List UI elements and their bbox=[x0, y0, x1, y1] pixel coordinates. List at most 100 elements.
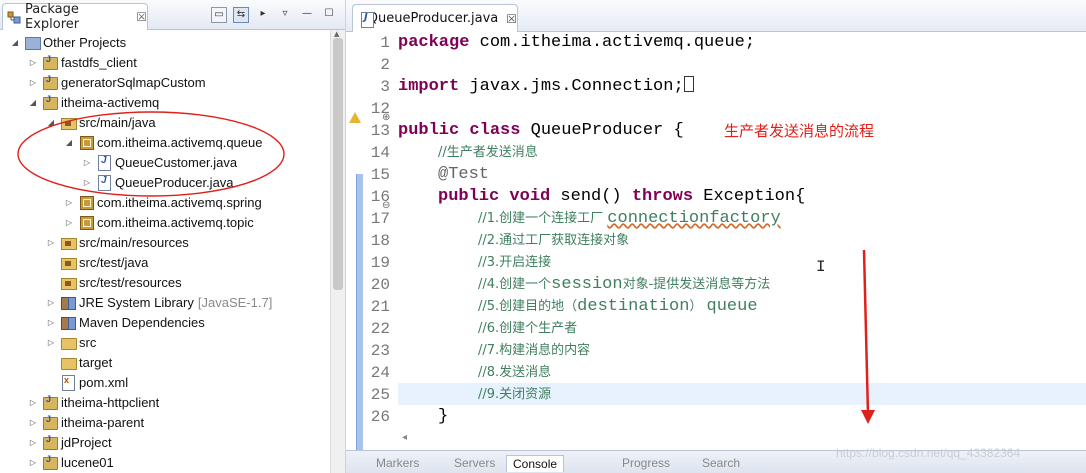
tree-item[interactable]: ▷ lucene01 bbox=[28, 452, 114, 472]
editor-area: QueueProducer.java ☒ 1231213141516171819… bbox=[346, 0, 1086, 473]
java-file-icon bbox=[96, 154, 112, 171]
tree-item[interactable]: ▷ com.itheima.activemq.spring bbox=[64, 192, 262, 212]
scroll-left-icon[interactable]: ◂ bbox=[402, 432, 407, 443]
collapsed-arrow-icon[interactable]: ▷ bbox=[28, 417, 38, 427]
line-number: 26 bbox=[370, 408, 390, 426]
tree-item[interactable]: target bbox=[46, 352, 112, 372]
collapsed-arrow-icon[interactable]: ▷ bbox=[64, 197, 74, 207]
xml-file-icon bbox=[60, 374, 76, 391]
collapsed-arrow-icon[interactable]: ▷ bbox=[46, 237, 56, 247]
code-editor[interactable]: package com.itheima.activemq.queue; impo… bbox=[398, 32, 1086, 432]
project-icon bbox=[42, 394, 58, 410]
tree-item-label: fastdfs_client bbox=[61, 54, 137, 70]
close-icon[interactable]: ☒ bbox=[506, 12, 517, 26]
tree-item[interactable]: ▷ itheima-httpclient bbox=[28, 392, 159, 412]
expanded-arrow-icon[interactable]: ◢ bbox=[46, 117, 56, 127]
line-number: 18 bbox=[370, 232, 390, 250]
collapsed-arrow-icon[interactable]: ▷ bbox=[28, 437, 38, 447]
line-number: 22 bbox=[370, 320, 390, 338]
line-number: 3 bbox=[380, 78, 390, 96]
tree-scrollbar[interactable]: ▲ bbox=[330, 30, 345, 473]
tree-item-label: QueueProducer.java bbox=[115, 174, 234, 190]
scroll-up-icon[interactable]: ▲ bbox=[334, 30, 339, 38]
package-icon bbox=[78, 214, 94, 230]
code-line-18: //2.通过工厂获取连接对象 bbox=[478, 233, 630, 248]
collapse-all-icon[interactable]: ▭ bbox=[211, 7, 227, 23]
tree-item[interactable]: ◢ com.itheima.activemq.queue bbox=[64, 132, 262, 152]
library-icon bbox=[60, 294, 76, 310]
tree-item-label: com.itheima.activemq.topic bbox=[97, 214, 254, 230]
tree-item[interactable]: ▷ QueueProducer.java bbox=[82, 172, 234, 192]
line-number: 13 bbox=[370, 122, 390, 140]
maximize-icon[interactable]: ☐ bbox=[321, 7, 337, 23]
scrollbar-thumb[interactable] bbox=[333, 38, 343, 290]
collapsed-arrow-icon[interactable]: ▷ bbox=[82, 157, 92, 167]
tab-progress[interactable]: Progress bbox=[622, 456, 670, 470]
editor-tab-queueproducer[interactable]: QueueProducer.java ☒ bbox=[352, 4, 518, 32]
tree-item[interactable]: ▷ itheima-parent bbox=[28, 412, 144, 432]
fold-expand-icon[interactable]: ⊕ bbox=[382, 112, 390, 123]
tree-item[interactable]: ◢ Other Projects bbox=[10, 32, 126, 52]
leaf-spacer bbox=[46, 257, 56, 267]
package-explorer-tab[interactable]: Package Explorer ☒ bbox=[2, 2, 148, 32]
collapsed-arrow-icon[interactable]: ▷ bbox=[28, 397, 38, 407]
project-tree: ◢ Other Projects ▷ fastdfs_client ▷ generator… bbox=[0, 30, 330, 473]
tree-item[interactable]: ▷ src/main/resources bbox=[46, 232, 189, 252]
line-number: 15 bbox=[370, 166, 390, 184]
leaf-spacer bbox=[46, 357, 56, 367]
fold-collapse-icon[interactable]: ⊖ bbox=[382, 200, 390, 211]
line-number: 25 bbox=[370, 386, 390, 404]
tree-item[interactable]: ▷ QueueCustomer.java bbox=[82, 152, 237, 172]
collapsed-arrow-icon[interactable]: ▷ bbox=[28, 77, 38, 87]
collapsed-arrow-icon[interactable]: ▷ bbox=[46, 337, 56, 347]
tree-item[interactable]: ▷ JRE System Library [JavaSE-1.7] bbox=[46, 292, 272, 312]
text-cursor-icon: I bbox=[816, 258, 826, 276]
tree-item[interactable]: ◢ itheima-activemq bbox=[28, 92, 159, 112]
tree-item[interactable]: ▷ fastdfs_client bbox=[28, 52, 137, 72]
collapsed-arrow-icon[interactable]: ▷ bbox=[46, 297, 56, 307]
code-line-25: //9.关闭资源 bbox=[478, 387, 552, 402]
tree-item[interactable]: ▷ Maven Dependencies bbox=[46, 312, 205, 332]
collapsed-arrow-icon[interactable]: ▷ bbox=[46, 317, 56, 327]
library-icon bbox=[60, 314, 76, 330]
folded-imports-box[interactable] bbox=[683, 76, 694, 92]
expanded-arrow-icon[interactable]: ◢ bbox=[64, 137, 74, 147]
package-explorer-tabbar: Package Explorer ☒ ▭ ⇆ ▸ ▿ — ☐ bbox=[0, 0, 345, 32]
view-menu-icon[interactable]: ▿ bbox=[277, 7, 293, 23]
tab-servers[interactable]: Servers bbox=[454, 456, 495, 470]
code-line-17: //1.创建一个连接工厂 connectionfactory bbox=[478, 209, 781, 228]
tree-item-label: com.itheima.activemq.spring bbox=[97, 194, 262, 210]
code-line-22: //6.创建个生产者 bbox=[478, 321, 578, 336]
tree-item-label: target bbox=[79, 354, 113, 370]
tab-console[interactable]: Console bbox=[506, 455, 565, 472]
tree-item[interactable]: ◢ src/main/java bbox=[46, 112, 156, 132]
tree-item[interactable]: src/test/java bbox=[46, 252, 148, 272]
view-toolbar: ▭ ⇆ ▸ ▿ — ☐ bbox=[211, 7, 337, 23]
package-explorer-view: Package Explorer ☒ ▭ ⇆ ▸ ▿ — ☐ ◢ Other Pr… bbox=[0, 0, 346, 473]
project-icon bbox=[42, 434, 58, 450]
source-folder-icon bbox=[60, 274, 77, 290]
package-explorer-icon bbox=[7, 10, 21, 24]
collapsed-arrow-icon[interactable]: ▷ bbox=[28, 457, 38, 467]
tree-item[interactable]: ▷ src bbox=[46, 332, 96, 352]
tree-item[interactable]: src/test/resources bbox=[46, 272, 182, 292]
minimize-icon[interactable]: — bbox=[299, 7, 315, 23]
tab-markers[interactable]: Markers bbox=[376, 456, 419, 470]
line-number: 14 bbox=[370, 144, 390, 162]
source-folder-icon bbox=[60, 234, 77, 250]
project-icon bbox=[42, 414, 58, 430]
link-with-editor-icon[interactable]: ⇆ bbox=[233, 7, 249, 23]
tab-search[interactable]: Search bbox=[702, 456, 740, 470]
focus-icon[interactable]: ▸ bbox=[255, 7, 271, 23]
expanded-arrow-icon[interactable]: ◢ bbox=[10, 37, 20, 47]
tree-item[interactable]: ▷ com.itheima.activemq.topic bbox=[64, 212, 254, 232]
collapsed-arrow-icon[interactable]: ▷ bbox=[28, 57, 38, 67]
tree-item[interactable]: pom.xml bbox=[46, 372, 128, 392]
folder-icon bbox=[60, 354, 77, 370]
collapsed-arrow-icon[interactable]: ▷ bbox=[64, 217, 74, 227]
expanded-arrow-icon[interactable]: ◢ bbox=[28, 97, 38, 107]
tree-item[interactable]: ▷ generatorSqlmapCustom bbox=[28, 72, 206, 92]
tree-item[interactable]: ▷ jdProject bbox=[28, 432, 112, 452]
collapsed-arrow-icon[interactable]: ▷ bbox=[82, 177, 92, 187]
close-icon[interactable]: ☒ bbox=[136, 10, 147, 24]
